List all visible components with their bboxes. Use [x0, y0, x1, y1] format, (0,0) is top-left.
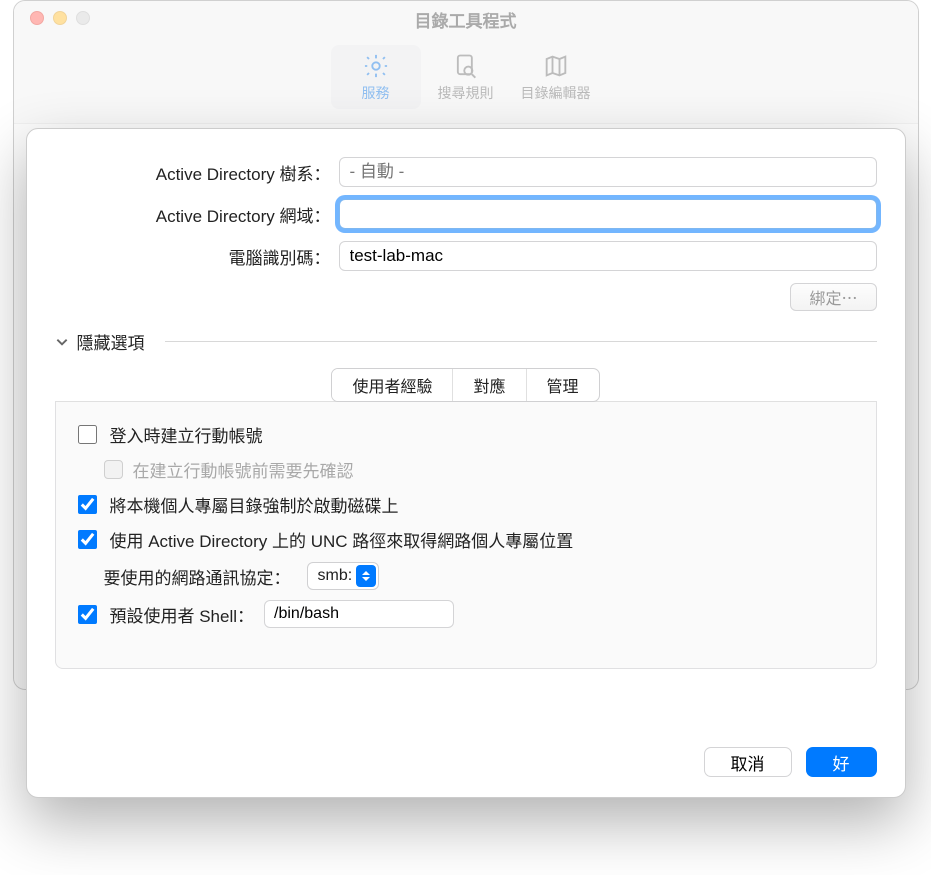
tab-directory-editor-label: 目錄編輯器: [515, 83, 597, 103]
disclosure-label: 隱藏選項: [77, 329, 145, 354]
tab-search-policy-label: 搜尋規則: [425, 83, 507, 103]
forest-input[interactable]: [339, 157, 877, 187]
tab-search-policy[interactable]: 搜尋規則: [421, 45, 511, 109]
tab-services-label: 服務: [335, 83, 417, 103]
confirm-before-checkbox: [104, 460, 123, 479]
hide-options-disclosure[interactable]: 隱藏選項: [55, 329, 877, 354]
updown-icon: [356, 565, 376, 587]
shell-label: 預設使用者 Shell：: [110, 602, 255, 627]
options-panel: 登入時建立行動帳號 在建立行動帳號前需要先確認 將本機個人專屬目錄強制於啟動磁碟…: [55, 401, 877, 669]
protocol-select[interactable]: smb:: [307, 562, 380, 590]
computer-id-label: 電腦識別碼：: [55, 244, 339, 269]
zoom-icon: [76, 11, 90, 25]
mobile-account-label: 登入時建立行動帳號: [110, 422, 263, 447]
tab-directory-editor[interactable]: 目錄編輯器: [511, 45, 601, 109]
close-icon[interactable]: [30, 11, 44, 25]
force-home-checkbox[interactable]: [78, 495, 97, 514]
mobile-account-checkbox[interactable]: [78, 425, 97, 444]
protocol-value: smb:: [318, 567, 353, 585]
computer-id-input[interactable]: [339, 241, 877, 271]
unc-path-label: 使用 Active Directory 上的 UNC 路徑來取得網路個人專屬位置: [110, 527, 574, 552]
ok-button[interactable]: 好: [806, 747, 877, 777]
tab-user-experience[interactable]: 使用者經驗: [332, 369, 453, 401]
divider: [165, 341, 877, 342]
map-icon: [515, 51, 597, 81]
tab-mappings[interactable]: 對應: [453, 369, 526, 401]
gear-icon: [335, 51, 417, 81]
confirm-before-label: 在建立行動帳號前需要先確認: [133, 457, 354, 482]
toolbar: 服務 搜尋規則 目錄編輯器: [14, 37, 918, 124]
chevron-down-icon: [55, 335, 69, 349]
tab-admin[interactable]: 管理: [527, 369, 599, 401]
options-tabs: 使用者經驗 對應 管理: [331, 368, 599, 402]
domain-input[interactable]: [339, 199, 877, 229]
unc-path-checkbox[interactable]: [78, 530, 97, 549]
titlebar: 目錄工具程式: [14, 1, 918, 37]
minimize-icon[interactable]: [53, 11, 67, 25]
forest-label: Active Directory 樹系：: [55, 160, 339, 185]
force-home-label: 將本機個人專屬目錄強制於啟動磁碟上: [110, 492, 399, 517]
window-title: 目錄工具程式: [14, 7, 918, 32]
shell-checkbox[interactable]: [78, 605, 97, 624]
protocol-label: 要使用的網路通訊協定：: [104, 564, 291, 589]
cancel-button[interactable]: 取消: [704, 747, 792, 777]
document-search-icon: [425, 51, 507, 81]
bind-button: 綁定⋯: [790, 283, 876, 311]
ad-config-sheet: Active Directory 樹系： Active Directory 網域…: [26, 128, 906, 798]
shell-input[interactable]: [264, 600, 454, 628]
tab-services[interactable]: 服務: [331, 45, 421, 109]
domain-label: Active Directory 網域：: [55, 202, 339, 227]
